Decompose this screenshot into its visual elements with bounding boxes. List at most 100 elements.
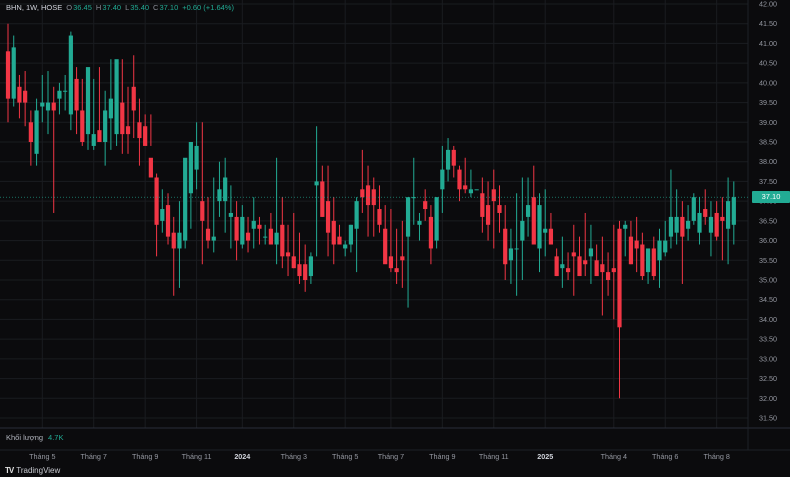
candle-body <box>531 197 536 245</box>
candle-body <box>171 232 176 249</box>
candle-body <box>234 216 239 241</box>
candle-body <box>40 102 45 107</box>
y-tick-label: 33.50 <box>759 335 777 344</box>
volume-legend: Khối lượng 4.7K <box>6 433 63 442</box>
candle-body <box>280 224 285 257</box>
candle-body <box>257 224 262 229</box>
high-value: 37.40 <box>102 3 122 12</box>
y-tick-label: 32.50 <box>759 374 777 383</box>
candle-body <box>651 248 656 277</box>
candle-body <box>554 256 559 277</box>
candle-body <box>703 209 708 217</box>
symbol-label[interactable]: BHN, 1W, HOSE <box>6 3 62 12</box>
candle-body <box>571 252 576 257</box>
x-tick-label: 2025 <box>537 452 553 461</box>
y-tick-label: 37.50 <box>759 177 777 186</box>
candle-body <box>503 228 508 265</box>
close-label: C <box>153 3 159 12</box>
candle-body <box>120 102 125 135</box>
volume-value: 4.7K <box>48 433 64 442</box>
candle-body <box>80 110 85 142</box>
candle-body <box>217 189 222 202</box>
candle-body <box>177 232 182 249</box>
candle-body <box>331 220 336 245</box>
candle-body <box>697 212 702 233</box>
candle-body <box>617 228 622 328</box>
candle-body <box>434 197 439 241</box>
candle-body <box>51 102 56 111</box>
tradingview-logo-icon: TV <box>5 466 14 475</box>
candle-body <box>634 240 639 249</box>
candle-body <box>143 126 148 146</box>
candle-body <box>457 169 462 190</box>
candle-body <box>148 157 153 178</box>
candle-body <box>343 244 348 249</box>
candle-body <box>314 181 319 186</box>
candle-body <box>485 205 491 225</box>
candle-body <box>731 197 736 225</box>
candle-body <box>377 209 382 225</box>
candle-body <box>628 236 634 265</box>
candle-body <box>388 256 394 269</box>
y-tick-label: 41.50 <box>759 19 777 28</box>
x-tick-label: Tháng 5 <box>332 452 358 461</box>
y-tick-label: 39.00 <box>759 118 777 127</box>
candle-body <box>451 149 456 166</box>
y-tick-label: 35.00 <box>759 276 777 285</box>
candle-body <box>263 236 268 238</box>
candle-body <box>108 98 113 119</box>
x-tick-label: Tháng 4 <box>601 452 627 461</box>
candle-body <box>131 86 136 111</box>
candle-body <box>68 35 73 115</box>
y-tick-label: 36.00 <box>759 236 777 245</box>
y-tick-label: 35.50 <box>759 256 777 265</box>
y-tick-label: 31.50 <box>759 414 777 423</box>
candle-body <box>674 216 679 233</box>
candle-body <box>668 216 674 237</box>
candle-body <box>348 224 353 245</box>
candle-body <box>537 205 542 249</box>
candle-body <box>103 110 108 142</box>
x-tick-label: 2024 <box>234 452 250 461</box>
candle-body <box>303 264 308 280</box>
candle-body <box>714 212 719 237</box>
candle-body <box>708 216 714 233</box>
candle-body <box>228 212 233 217</box>
candle-body <box>240 216 245 245</box>
candle-body <box>57 90 62 99</box>
tradingview-brand[interactable]: TV TradingView <box>5 466 60 475</box>
y-tick-label: 40.00 <box>759 78 777 87</box>
candle-body <box>543 228 548 233</box>
candle-body <box>560 264 565 269</box>
candle-body <box>23 90 28 103</box>
candle-body <box>34 110 39 154</box>
volume-label[interactable]: Khối lượng <box>6 433 43 442</box>
candle-body <box>360 189 365 198</box>
candle-body <box>11 47 16 99</box>
candle-body <box>274 232 279 245</box>
x-tick-label: Tháng 11 <box>182 452 212 461</box>
x-tick-label: Tháng 5 <box>29 452 55 461</box>
candle-body <box>623 224 628 229</box>
candle-body <box>417 220 422 225</box>
x-tick-label: Tháng 9 <box>132 452 158 461</box>
candle-body <box>125 126 131 135</box>
candle-body <box>548 228 554 245</box>
candle-body <box>268 228 273 245</box>
x-tick-label: Tháng 8 <box>703 452 729 461</box>
candle-body <box>205 228 211 241</box>
candle-body <box>400 256 405 261</box>
x-tick-label: Tháng 3 <box>281 452 307 461</box>
candle-body <box>491 189 496 202</box>
candle-body <box>588 248 594 257</box>
candle-body <box>74 78 79 111</box>
candlestick-chart[interactable]: 42.00 41.50 41.00 40.50 40.00 39.50 39.00 38.50… <box>0 0 790 477</box>
candle-body <box>394 268 399 273</box>
candle-body <box>308 256 313 277</box>
candle-body <box>200 201 205 221</box>
candle-body <box>685 220 691 229</box>
y-tick-label: 38.50 <box>759 138 777 147</box>
candle-body <box>600 264 605 273</box>
candle-body <box>160 209 165 221</box>
candle-body <box>525 205 531 217</box>
